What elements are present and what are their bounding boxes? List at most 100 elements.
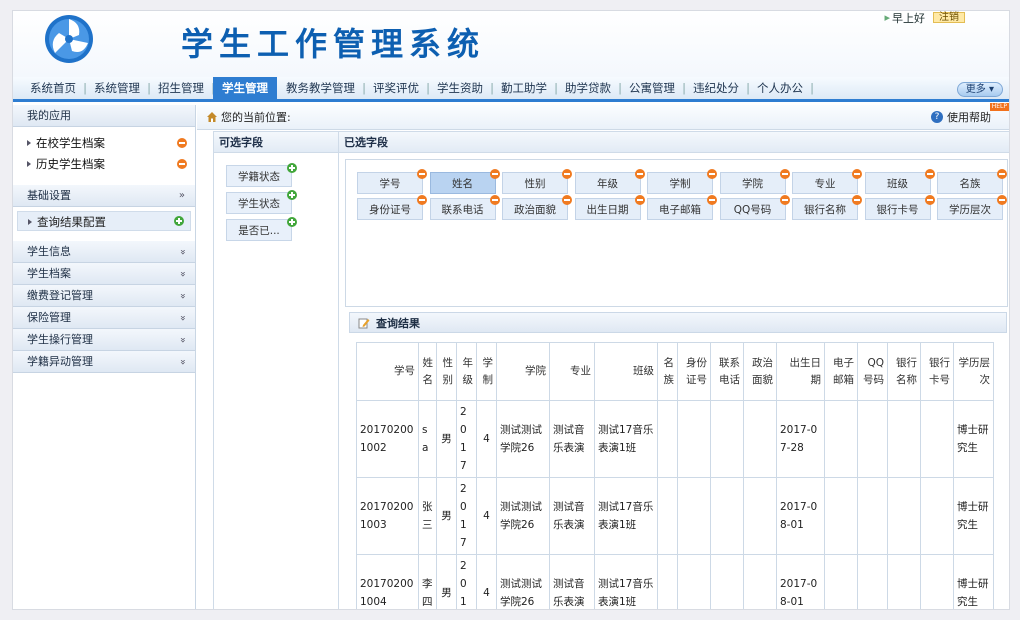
add-icon[interactable] xyxy=(287,217,297,227)
more-button[interactable]: 更多 ▾ xyxy=(956,82,1003,97)
remove-icon[interactable] xyxy=(924,169,935,179)
sidebar-section-student-archive[interactable]: 学生档案 » xyxy=(13,263,195,285)
nav-item-discipline[interactable]: 违纪处分 xyxy=(684,77,750,99)
selected-field-chip[interactable]: 银行名称 xyxy=(792,195,862,220)
table-header-cell[interactable]: 学院 xyxy=(496,342,550,401)
remove-icon[interactable] xyxy=(852,195,862,205)
sidebar-section-status-change[interactable]: 学籍异动管理 » xyxy=(13,351,195,373)
remove-icon[interactable] xyxy=(177,138,187,148)
nav-item-student[interactable]: 学生管理 xyxy=(213,77,277,99)
double-chevron-right-icon: » xyxy=(178,190,185,201)
selected-field-chip[interactable]: 班级 xyxy=(864,169,935,194)
selected-field-chip[interactable]: 出生日期 xyxy=(574,195,645,220)
table-header-cell[interactable]: 学制 xyxy=(476,342,497,401)
selected-field-chip[interactable]: 专业 xyxy=(792,169,862,194)
remove-icon[interactable] xyxy=(417,195,427,205)
sidebar-section-insurance[interactable]: 保险管理 » xyxy=(13,307,195,329)
selected-field-chip[interactable]: 学历层次 xyxy=(937,195,1007,220)
remove-icon[interactable] xyxy=(779,169,790,179)
table-cell xyxy=(920,477,954,555)
table-header-cell[interactable]: 性别 xyxy=(436,342,457,401)
help-badge: HELP xyxy=(989,103,1009,111)
sidebar-item-current-archive[interactable]: 在校学生档案 xyxy=(13,133,195,154)
remove-icon[interactable] xyxy=(997,195,1007,205)
table-header-cell[interactable]: 出生日期 xyxy=(776,342,825,401)
remove-icon[interactable] xyxy=(489,195,500,205)
remove-icon[interactable] xyxy=(924,195,935,205)
table-row[interactable]: 201702001003 张三男 2017 4 测试测试学院26 测试音乐表演 测试17音乐… xyxy=(356,477,994,555)
remove-icon[interactable] xyxy=(634,195,645,205)
table-header-cell[interactable]: 学历层次 xyxy=(953,342,994,401)
table-header-cell[interactable]: QQ号码 xyxy=(857,342,888,401)
selected-field-chip[interactable]: 学号 xyxy=(357,169,427,194)
selected-field-chip[interactable]: 学制 xyxy=(647,169,717,194)
available-field[interactable]: 学生状态 xyxy=(226,190,297,214)
add-icon[interactable] xyxy=(287,190,297,200)
table-header-cell[interactable]: 学号 xyxy=(356,342,419,401)
nav-item-teaching[interactable]: 教务教学管理 xyxy=(277,77,366,99)
remove-icon[interactable] xyxy=(707,195,717,205)
nav-item-dorm[interactable]: 公寓管理 xyxy=(620,77,686,99)
remove-icon[interactable] xyxy=(562,195,572,205)
remove-icon[interactable] xyxy=(489,169,500,179)
table-header-cell[interactable]: 银行卡号 xyxy=(920,342,954,401)
selected-field-chip[interactable]: 姓名 xyxy=(429,169,500,194)
remove-icon[interactable] xyxy=(707,169,717,179)
nav-item-home[interactable]: 系统首页 xyxy=(21,77,87,99)
table-header-cell[interactable]: 班级 xyxy=(594,342,658,401)
sidebar-section-student-info[interactable]: 学生信息 » xyxy=(13,241,195,263)
selected-field-chip[interactable]: 银行卡号 xyxy=(864,195,935,220)
table-row[interactable]: 201702001004李四男20174测试测试学院26测试音乐表演测试17音乐… xyxy=(356,554,994,609)
available-field[interactable]: 是否已... xyxy=(226,217,297,241)
remove-icon[interactable] xyxy=(562,169,572,179)
selected-field-chip[interactable]: 政治面貌 xyxy=(502,195,572,220)
table-header-cell[interactable]: 政治面貌 xyxy=(743,342,777,401)
home-icon[interactable] xyxy=(207,112,217,122)
selected-field-chip[interactable]: 学院 xyxy=(719,169,790,194)
remove-icon[interactable] xyxy=(852,169,862,179)
nav-item-work-study[interactable]: 勤工助学 xyxy=(492,77,558,99)
nav-item-enrollment[interactable]: 招生管理 xyxy=(149,77,215,99)
chevron-down-icon: ▾ xyxy=(985,84,994,95)
selected-field-chip[interactable]: QQ号码 xyxy=(719,195,790,220)
table-header-cell[interactable]: 身份证号 xyxy=(677,342,711,401)
nav-item-loan[interactable]: 助学贷款 xyxy=(556,77,622,99)
sidebar-section-conduct[interactable]: 学生操行管理 » xyxy=(13,329,195,351)
selected-fields-title: 已选字段 xyxy=(339,132,1009,153)
nav-item-awards[interactable]: 评奖评优 xyxy=(364,77,430,99)
nav-item-system[interactable]: 系统管理 xyxy=(85,77,151,99)
remove-icon[interactable] xyxy=(417,169,427,179)
selected-field-chip[interactable]: 身份证号 xyxy=(357,195,427,220)
sidebar-item-query-config[interactable]: 查询结果配置 xyxy=(17,211,191,231)
selected-field-chip[interactable]: 名族 xyxy=(937,169,1007,194)
remove-icon[interactable] xyxy=(779,195,790,205)
sidebar-section-basic-settings[interactable]: 基础设置 » xyxy=(13,185,195,207)
table-header-cell[interactable]: 名族 xyxy=(657,342,678,401)
add-icon[interactable] xyxy=(174,216,184,226)
nav-item-aid[interactable]: 学生资助 xyxy=(428,77,494,99)
table-header-cell[interactable]: 联系电话 xyxy=(710,342,744,401)
remove-icon[interactable] xyxy=(177,159,187,169)
sidebar-section-fee-registration[interactable]: 缴费登记管理 » xyxy=(13,285,195,307)
table-header-cell[interactable]: 年级 xyxy=(456,342,477,401)
table-header-cell[interactable]: 专业 xyxy=(549,342,595,401)
remove-icon[interactable] xyxy=(634,169,645,179)
nav-item-office[interactable]: 个人办公 xyxy=(748,77,814,99)
selected-field-chip[interactable]: 年级 xyxy=(574,169,645,194)
available-field[interactable]: 学籍状态 xyxy=(226,163,297,187)
add-icon[interactable] xyxy=(287,163,297,173)
table-cell: 201702001004 xyxy=(356,554,419,609)
help-link[interactable]: ? 使用帮助 HELP xyxy=(931,103,1009,130)
table-header-row: 学号 姓名 性别 年级 学制 学院 专业 班级 名族 身份证号 联系电话 政治面貌 出生日期 电子邮箱 QQ… xyxy=(356,342,994,401)
selected-field-chip[interactable]: 电子邮箱 xyxy=(647,195,717,220)
remove-icon[interactable] xyxy=(997,169,1007,179)
field-label: 性别 xyxy=(524,178,546,190)
table-header-cell[interactable]: 电子邮箱 xyxy=(824,342,858,401)
sidebar-item-history-archive[interactable]: 历史学生档案 xyxy=(13,154,195,175)
selected-field-chip[interactable]: 联系电话 xyxy=(429,195,500,220)
logout-button[interactable]: 注销 xyxy=(933,12,965,23)
table-row[interactable]: 201702001002 sa 男 2017 4 测试测试学院26 测试音乐表演 测试17音乐… xyxy=(356,400,994,478)
table-header-cell[interactable]: 银行名称 xyxy=(887,342,921,401)
selected-field-chip[interactable]: 性别 xyxy=(502,169,572,194)
table-header-cell[interactable]: 姓名 xyxy=(418,342,437,401)
